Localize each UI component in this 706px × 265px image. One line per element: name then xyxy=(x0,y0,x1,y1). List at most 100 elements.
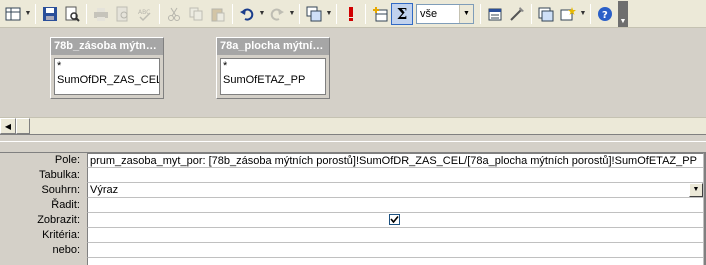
paste-button[interactable] xyxy=(207,3,229,25)
new-object-dropdown-arrow[interactable]: ▼ xyxy=(579,3,587,25)
copy-icon xyxy=(189,7,203,20)
undo-icon xyxy=(240,8,254,21)
help-button[interactable]: ? xyxy=(594,3,616,25)
print-icon xyxy=(94,7,108,21)
grid-row-criteria: Kritéria: xyxy=(0,228,706,243)
new-object-icon xyxy=(560,6,576,20)
field-list[interactable]: * SumOfDR_ZAS_CEL xyxy=(54,58,160,95)
print-preview-button[interactable] xyxy=(112,3,134,25)
cut-icon xyxy=(168,7,180,21)
new-object-button[interactable] xyxy=(557,3,579,25)
toolbar-separator xyxy=(336,3,337,24)
sort-cell[interactable] xyxy=(87,198,704,213)
table-window-78b[interactable]: 78b_zásoba mýtn… * SumOfDR_ZAS_CEL xyxy=(50,37,164,99)
total-cell[interactable]: Výraz ▼ xyxy=(87,183,704,198)
totals-button[interactable]: Σ xyxy=(391,2,413,25)
properties-button[interactable] xyxy=(484,3,506,25)
field-item[interactable]: * xyxy=(55,59,159,73)
row-label: nebo: xyxy=(52,244,80,256)
svg-text:?: ? xyxy=(602,10,608,21)
view-icon xyxy=(5,7,21,20)
field-item[interactable]: * xyxy=(221,59,325,73)
query-type-button[interactable] xyxy=(303,3,325,25)
pane-splitter[interactable] xyxy=(0,134,706,142)
show-table-icon xyxy=(373,6,388,21)
top-values-value: vše xyxy=(420,7,438,20)
toolbar-options-button[interactable]: ▼ xyxy=(618,0,628,27)
toolbar-separator xyxy=(590,3,591,24)
print-preview-icon xyxy=(116,6,128,21)
toolbar-separator xyxy=(299,3,300,24)
spellcheck-icon: ABC xyxy=(138,9,151,21)
design-grid: Pole: prum_zasoba_myt_por: [78b_zásoba m… xyxy=(0,153,706,265)
top-values-select[interactable]: vše ▼ xyxy=(416,3,474,24)
checkmark-icon xyxy=(390,215,399,224)
show-cell[interactable] xyxy=(87,213,704,228)
table-window-78a[interactable]: 78a_plocha mýtní… * SumOfETAZ_PP xyxy=(216,37,330,99)
properties-icon xyxy=(488,8,502,20)
row-label: Zobrazit: xyxy=(37,214,80,226)
table-title[interactable]: 78b_zásoba mýtn… xyxy=(51,38,163,55)
undo-button[interactable] xyxy=(236,3,258,25)
field-item[interactable]: SumOfDR_ZAS_CEL xyxy=(55,73,159,87)
undo-dropdown-arrow[interactable]: ▼ xyxy=(258,3,266,25)
table-title[interactable]: 78a_plocha mýtní… xyxy=(217,38,329,55)
toolbar-separator xyxy=(531,3,532,24)
redo-button[interactable] xyxy=(266,3,288,25)
scroll-thumb[interactable] xyxy=(16,118,30,134)
cut-button[interactable] xyxy=(163,3,185,25)
search-file-button[interactable] xyxy=(61,3,83,25)
build-button[interactable] xyxy=(506,3,528,25)
grid-row-sort: Řadit: xyxy=(0,198,706,213)
chevron-down-icon[interactable]: ▼ xyxy=(689,183,703,197)
save-icon xyxy=(43,6,57,21)
row-label: Pole: xyxy=(54,154,80,166)
toolbar-separator xyxy=(35,3,36,24)
paste-icon xyxy=(211,8,225,21)
print-button[interactable] xyxy=(90,3,112,25)
query-design-toolbar: ▼ ABC ▼ ▼ ▼ Σ vše ▼ ▼ ? ▼ xyxy=(0,0,706,28)
query-type-dropdown-arrow[interactable]: ▼ xyxy=(325,3,333,25)
row-label: Souhrn: xyxy=(41,184,80,196)
save-button[interactable] xyxy=(39,3,61,25)
toolbar-separator xyxy=(365,3,366,24)
table-pane: 78b_zásoba mýtn… * SumOfDR_ZAS_CEL 78a_p… xyxy=(0,29,706,117)
table-cell[interactable] xyxy=(87,168,704,183)
toolbar-separator xyxy=(86,3,87,24)
field-list[interactable]: * SumOfETAZ_PP xyxy=(220,58,326,95)
sigma-icon: Σ xyxy=(396,4,408,23)
show-checkbox[interactable] xyxy=(389,214,400,225)
total-value: Výraz xyxy=(90,184,119,196)
scroll-left-icon[interactable]: ◀ xyxy=(0,118,16,134)
view-button[interactable] xyxy=(2,3,24,25)
criteria-cell[interactable] xyxy=(87,228,704,243)
field-cell[interactable]: prum_zasoba_myt_por: [78b_zásoba mýtních… xyxy=(87,153,704,168)
help-icon: ? xyxy=(598,6,612,21)
or-cell[interactable] xyxy=(87,243,704,258)
grid-row-field: Pole: prum_zasoba_myt_por: [78b_zásoba m… xyxy=(0,153,706,168)
run-icon xyxy=(349,6,353,21)
spellcheck-button[interactable]: ABC xyxy=(134,3,156,25)
grid-header-bar xyxy=(0,142,706,153)
run-button[interactable] xyxy=(340,3,362,25)
redo-dropdown-arrow[interactable]: ▼ xyxy=(288,3,296,25)
database-window-icon xyxy=(538,7,554,21)
show-table-button[interactable] xyxy=(369,3,391,25)
row-label: Řadit: xyxy=(51,199,80,211)
grid-row-extra xyxy=(0,258,706,265)
grid-row-table: Tabulka: xyxy=(0,168,706,183)
toolbar-separator xyxy=(232,3,233,24)
view-dropdown-arrow[interactable]: ▼ xyxy=(24,3,32,25)
grid-row-or: nebo: xyxy=(0,243,706,258)
build-icon xyxy=(510,6,524,21)
search-file-icon xyxy=(65,6,80,22)
query-type-icon xyxy=(306,6,322,21)
extra-cell[interactable] xyxy=(87,258,704,265)
horizontal-scrollbar[interactable]: ◀ xyxy=(0,117,706,134)
field-item[interactable]: SumOfETAZ_PP xyxy=(221,73,325,87)
redo-icon xyxy=(270,8,284,21)
chevron-down-icon[interactable]: ▼ xyxy=(459,4,473,23)
database-window-button[interactable] xyxy=(535,3,557,25)
row-label: Tabulka: xyxy=(39,169,80,181)
copy-button[interactable] xyxy=(185,3,207,25)
